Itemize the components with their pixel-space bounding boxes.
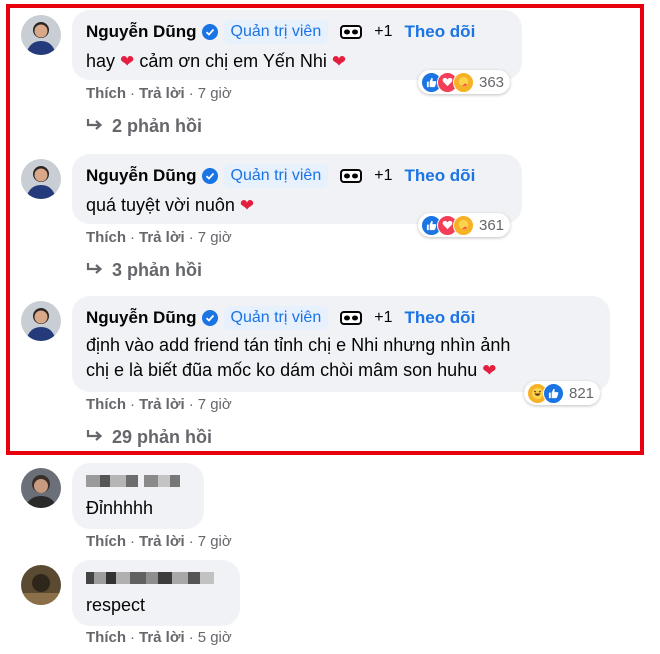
reply-button[interactable]: Trả lời xyxy=(139,533,185,550)
like-reaction-icon xyxy=(543,382,564,404)
author-name[interactable]: Nguyễn Dũng xyxy=(86,308,197,328)
reply-button[interactable]: Trả lời xyxy=(139,629,185,646)
mask-icon xyxy=(340,169,363,183)
comment-actions: Thích · Trả lời · 7 giờ xyxy=(86,229,232,246)
view-replies-button[interactable]: 29 phản hồi xyxy=(86,427,212,448)
comment-text: hay ❤ cảm ơn chị em Yến Nhi ❤ xyxy=(86,51,347,71)
admin-badge: Quản trị viên xyxy=(223,20,329,44)
heart-emoji: ❤ xyxy=(239,196,255,215)
like-button[interactable]: Thích xyxy=(86,533,126,550)
reaction-summary[interactable]: 821 xyxy=(524,381,601,405)
verified-badge-icon xyxy=(201,168,218,184)
timestamp[interactable]: 7 giờ xyxy=(198,85,232,102)
blurred-author-name xyxy=(86,475,180,489)
reaction-count: 363 xyxy=(479,73,505,91)
comment-actions: Thích · Trả lời · 7 giờ xyxy=(86,396,232,413)
badge-count: +1 xyxy=(374,167,393,184)
like-button[interactable]: Thích xyxy=(86,85,126,102)
like-button[interactable]: Thích xyxy=(86,396,126,413)
badge-count: +1 xyxy=(374,23,393,40)
badge-count: +1 xyxy=(374,309,393,326)
comment-actions: Thích · Trả lời · 5 giờ xyxy=(86,629,232,646)
comment-bubble: Nguyễn Dũng Quản trị viên +1 Theo dõi đị… xyxy=(72,296,610,392)
admin-badge: Quản trị viên xyxy=(223,306,329,330)
comment-text-line-2: chị e là biết đũa mốc ko dám chòi mâm so… xyxy=(86,360,497,380)
comment-actions: Thích · Trả lời · 7 giờ xyxy=(86,85,232,102)
timestamp[interactable]: 7 giờ xyxy=(198,533,232,550)
follow-button[interactable]: Theo dõi xyxy=(404,22,475,42)
reply-button[interactable]: Trả lời xyxy=(139,85,185,102)
comment-text: quá tuyệt vời nuôn ❤ xyxy=(86,195,255,215)
timestamp[interactable]: 7 giờ xyxy=(198,396,232,413)
care-reaction-icon xyxy=(453,214,474,236)
view-replies-button[interactable]: 2 phản hồi xyxy=(86,116,202,137)
heart-emoji: ❤ xyxy=(120,52,135,71)
comment-text: Đỉnhhhh xyxy=(86,498,154,518)
comment-text: respect xyxy=(86,595,146,615)
mask-icon xyxy=(340,25,363,39)
reaction-count: 361 xyxy=(479,216,505,234)
like-button[interactable]: Thích xyxy=(86,229,126,246)
author-name[interactable]: Nguyễn Dũng xyxy=(86,166,197,186)
timestamp[interactable]: 7 giờ xyxy=(198,229,232,246)
avatar[interactable] xyxy=(21,565,61,605)
avatar[interactable] xyxy=(21,15,61,55)
reaction-count: 821 xyxy=(569,384,595,402)
reply-arrow-icon xyxy=(86,263,103,274)
heart-emoji: ❤ xyxy=(331,52,347,71)
author-name[interactable]: Nguyễn Dũng xyxy=(86,22,197,42)
comment-actions: Thích · Trả lời · 7 giờ xyxy=(86,533,232,550)
comment-bubble: Đỉnhhhh xyxy=(72,463,204,529)
mask-icon xyxy=(340,311,363,325)
reply-arrow-icon xyxy=(86,430,103,441)
heart-emoji: ❤ xyxy=(482,361,497,380)
comment-bubble: respect xyxy=(72,560,240,626)
reaction-summary[interactable]: 361 xyxy=(418,213,511,237)
like-button[interactable]: Thích xyxy=(86,629,126,646)
comment-text-line-1: định vào add friend tán tỉnh chị e Nhi n… xyxy=(86,335,511,355)
reply-button[interactable]: Trả lời xyxy=(139,229,185,246)
timestamp[interactable]: 5 giờ xyxy=(198,629,232,646)
avatar[interactable] xyxy=(21,159,61,199)
blurred-author-name xyxy=(86,572,214,586)
care-reaction-icon xyxy=(453,71,474,93)
follow-button[interactable]: Theo dõi xyxy=(404,166,475,186)
reply-arrow-icon xyxy=(86,119,103,130)
verified-badge-icon xyxy=(201,310,218,326)
follow-button[interactable]: Theo dõi xyxy=(404,308,475,328)
admin-badge: Quản trị viên xyxy=(223,164,329,188)
avatar[interactable] xyxy=(21,468,61,508)
reply-button[interactable]: Trả lời xyxy=(139,396,185,413)
view-replies-button[interactable]: 3 phản hồi xyxy=(86,260,202,281)
verified-badge-icon xyxy=(201,24,218,40)
avatar[interactable] xyxy=(21,301,61,341)
reaction-summary[interactable]: 363 xyxy=(418,70,511,94)
